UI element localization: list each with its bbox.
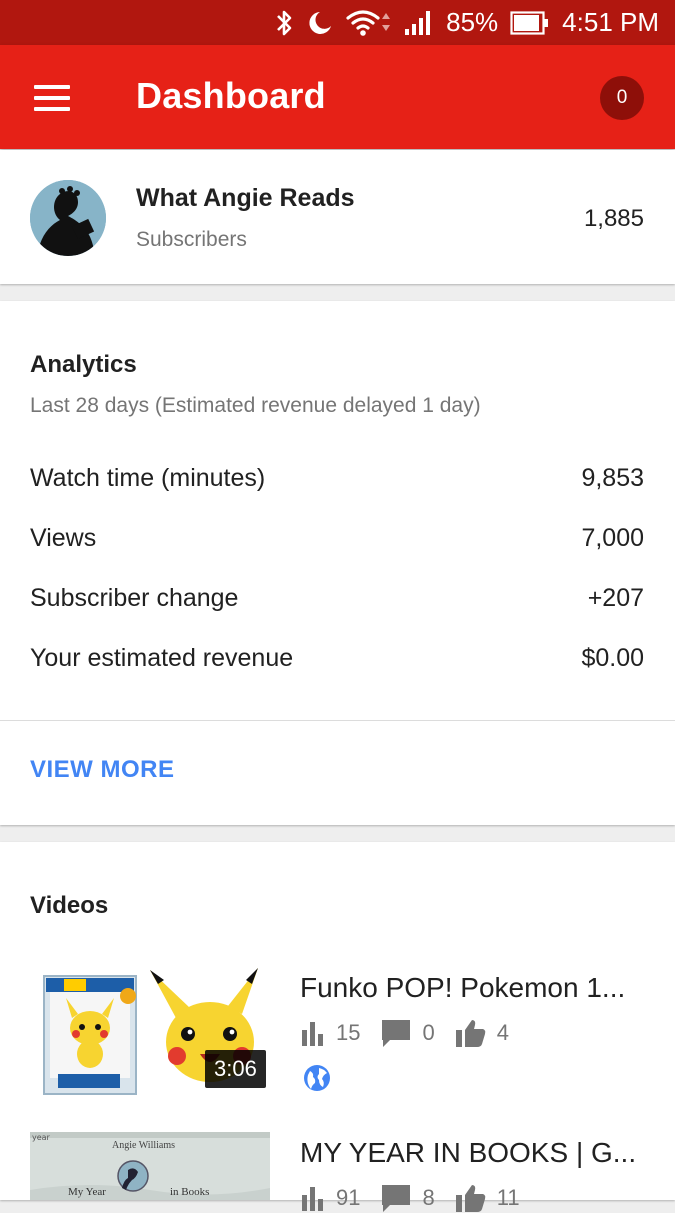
subscribers-label: Subscribers	[136, 228, 247, 251]
metric-label-watch-time: Watch time (minutes)	[30, 464, 266, 492]
thumb-right-text: in Books	[170, 1186, 210, 1198]
channel-card[interactable]	[0, 150, 675, 284]
globe-public-icon	[304, 1065, 330, 1091]
thumb-left-text: My Year	[68, 1186, 106, 1198]
thumb-corner-text: year	[32, 1133, 50, 1142]
video-likes-count: 11	[496, 1185, 520, 1210]
video-views-count: 15	[336, 1020, 361, 1045]
analytics-card	[0, 301, 675, 825]
hamburger-menu-icon[interactable]	[34, 85, 72, 111]
comment-icon	[382, 1020, 411, 1047]
analytics-divider	[0, 720, 675, 721]
page-title: Dashboard	[136, 75, 326, 116]
video-comments-count: 8	[422, 1185, 435, 1210]
thumbs-up-icon	[455, 1185, 485, 1212]
clock-time: 4:51 PM	[562, 7, 659, 37]
analytics-subtitle: Last 28 days (Estimated revenue delayed …	[30, 394, 481, 417]
metric-value-revenue: $0.00	[581, 644, 644, 672]
app-bar: Dashboard 0	[0, 45, 675, 149]
bar-chart-views-icon	[302, 1187, 323, 1211]
status-bar: 85% 4:51 PM	[0, 0, 675, 45]
metric-value-views: 7,000	[581, 524, 644, 552]
notification-count-badge[interactable]: 0	[600, 76, 644, 120]
battery-percent: 85%	[446, 7, 499, 37]
bluetooth-icon	[274, 8, 294, 38]
video-duration-badge: 3:06	[205, 1050, 266, 1088]
thumb-author-text: Angie Williams	[112, 1140, 176, 1151]
analytics-title: Analytics	[30, 351, 137, 378]
battery-icon	[510, 10, 550, 36]
video-thumbnail-funko-pikachu[interactable]: 3:06	[30, 962, 270, 1104]
channel-name: What Angie Reads	[136, 184, 355, 212]
metric-label-views: Views	[30, 524, 97, 552]
subscribers-count: 1,885	[583, 205, 644, 232]
video-likes-count: 4	[496, 1020, 509, 1045]
metric-label-subscriber-change: Subscriber change	[30, 584, 239, 612]
comment-icon	[382, 1185, 411, 1212]
video-stats-row: 15 0 4	[300, 1018, 529, 1048]
video-stats-row: 91 8 11	[300, 1183, 540, 1213]
thumbs-up-icon	[455, 1020, 485, 1047]
video-thumbnail-year-in-books[interactable]: year Angie Williams My Year in Books	[30, 1132, 270, 1200]
videos-title: Videos	[30, 892, 109, 919]
bar-chart-views-icon	[302, 1022, 323, 1046]
metric-value-watch-time: 9,853	[581, 464, 644, 492]
do-not-disturb-moon-icon	[306, 9, 334, 37]
channel-avatar	[30, 180, 106, 256]
signal-icon	[404, 9, 434, 37]
wifi-icon	[346, 8, 392, 38]
view-more-button[interactable]: VIEW MORE	[30, 756, 175, 784]
metric-label-revenue: Your estimated revenue	[30, 644, 294, 672]
metric-value-subscriber-change: +207	[587, 584, 644, 612]
video-title[interactable]: Funko POP! Pokemon 1...	[300, 972, 625, 1004]
video-views-count: 91	[336, 1185, 361, 1210]
video-title[interactable]: MY YEAR IN BOOKS | G...	[300, 1137, 636, 1169]
video-comments-count: 0	[422, 1020, 435, 1045]
